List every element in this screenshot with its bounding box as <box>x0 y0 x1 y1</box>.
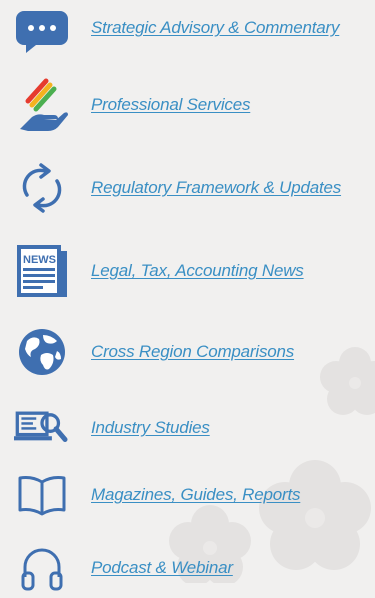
resource-menu: Strategic Advisory & Commentary Professi… <box>0 0 375 591</box>
headphones-icon <box>14 540 70 596</box>
chat-bubble-icon <box>14 2 70 58</box>
globe-icon <box>14 324 70 380</box>
menu-item-label[interactable]: Regulatory Framework & Updates <box>91 178 341 198</box>
menu-item-podcast-webinar[interactable]: Podcast & Webinar <box>0 538 375 598</box>
newspaper-icon: NEWS <box>14 243 70 299</box>
menu-item-industry-studies[interactable]: Industry Studies <box>0 398 375 458</box>
menu-item-label[interactable]: Magazines, Guides, Reports <box>91 485 300 505</box>
hand-pencil-icon <box>14 77 70 133</box>
open-book-icon <box>14 467 70 523</box>
menu-item-strategic-advisory[interactable]: Strategic Advisory & Commentary <box>0 0 375 60</box>
menu-item-label[interactable]: Professional Services <box>91 95 250 115</box>
menu-item-label[interactable]: Podcast & Webinar <box>91 558 233 578</box>
menu-item-legal-tax-news[interactable]: NEWS Legal, Tax, Accounting News <box>0 241 375 301</box>
menu-item-regulatory-framework[interactable]: Regulatory Framework & Updates <box>0 158 375 218</box>
menu-item-label[interactable]: Cross Region Comparisons <box>91 342 294 362</box>
svg-text:NEWS: NEWS <box>23 254 56 266</box>
menu-item-magazines-guides[interactable]: Magazines, Guides, Reports <box>0 465 375 525</box>
menu-item-label[interactable]: Strategic Advisory & Commentary <box>91 18 339 38</box>
menu-item-label[interactable]: Industry Studies <box>91 418 210 438</box>
menu-item-cross-region[interactable]: Cross Region Comparisons <box>0 322 375 382</box>
refresh-arrows-icon <box>14 160 70 216</box>
menu-item-label[interactable]: Legal, Tax, Accounting News <box>91 261 304 281</box>
menu-item-professional-services[interactable]: Professional Services <box>0 75 375 135</box>
monitor-search-icon <box>14 400 70 456</box>
